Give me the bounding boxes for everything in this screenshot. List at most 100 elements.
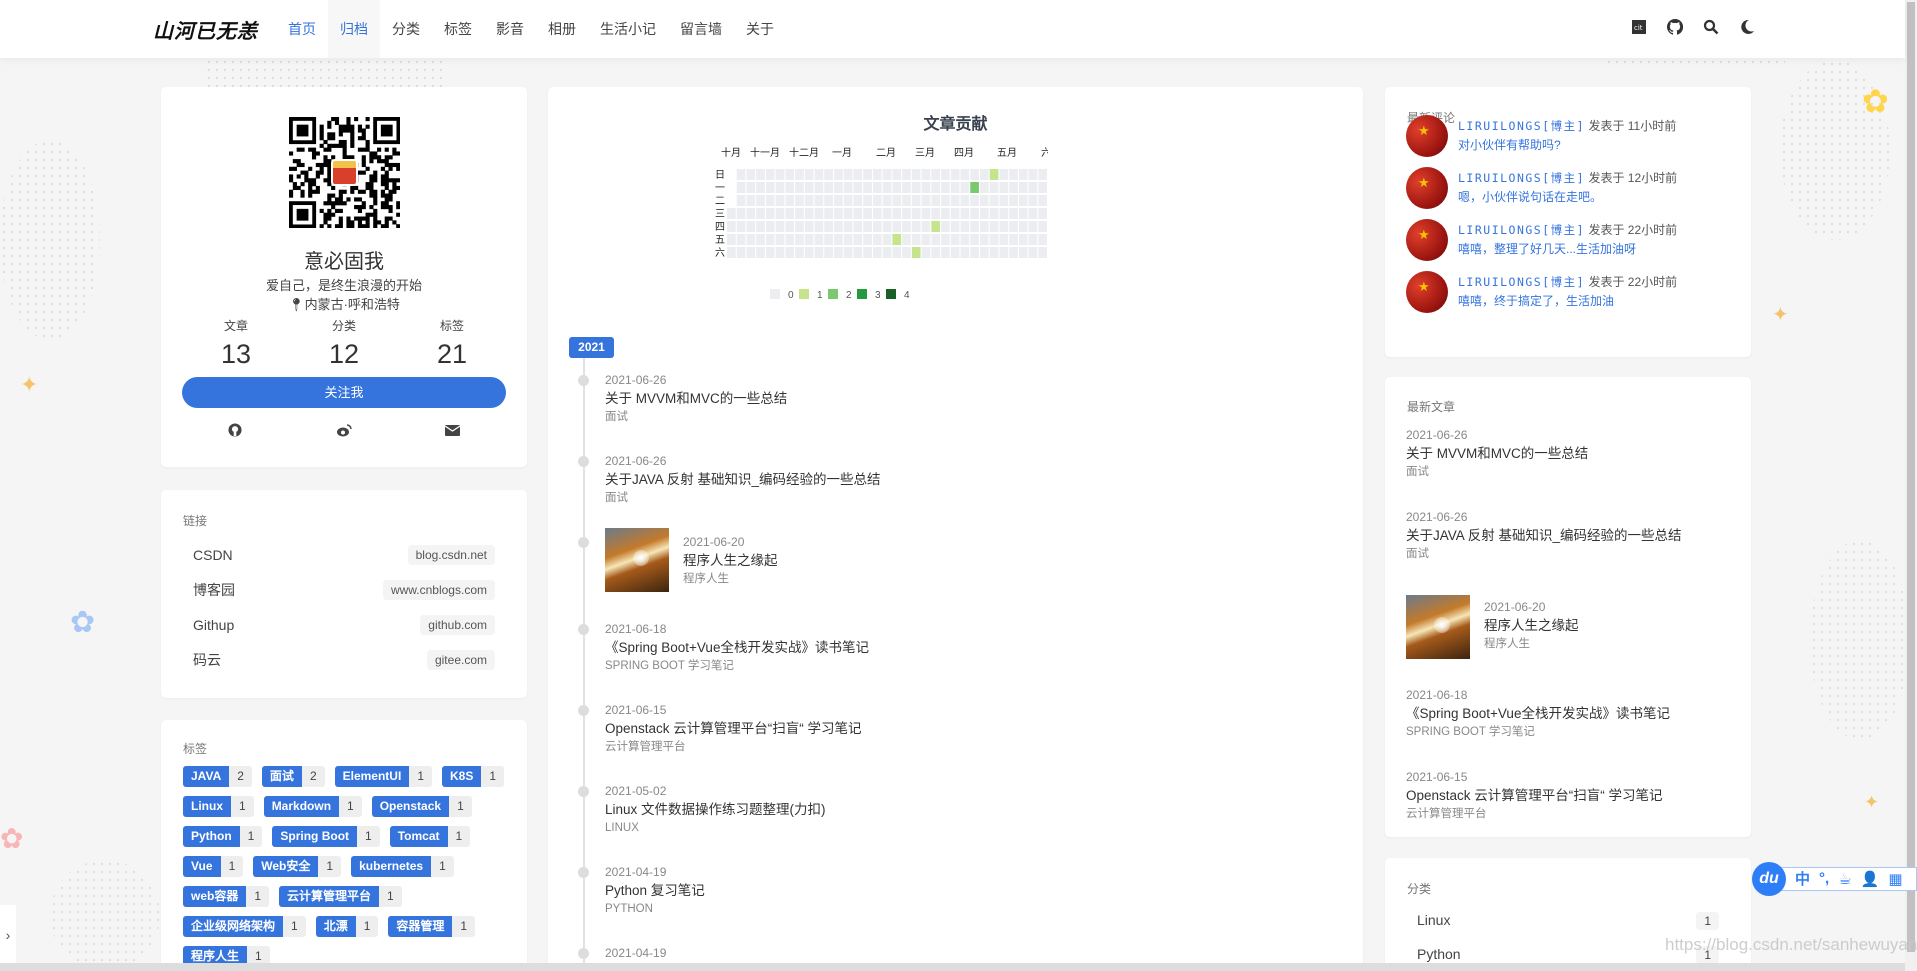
heatmap-cell[interactable] — [892, 234, 901, 245]
heatmap-cell[interactable] — [737, 182, 746, 193]
comment-text[interactable]: 嘻嘻，终于搞定了，生活加油 — [1458, 292, 1614, 309]
heatmap-cell[interactable] — [785, 169, 794, 180]
heatmap-cell[interactable] — [961, 208, 970, 219]
heatmap-cell[interactable] — [756, 247, 765, 258]
tag-item[interactable]: K8S1 — [442, 766, 504, 787]
heatmap-cell[interactable] — [737, 195, 746, 206]
nav-item[interactable]: 相册 — [536, 0, 588, 58]
article-title[interactable]: 《Spring Boot+Vue全栈开发实战》读书笔记 — [605, 638, 869, 658]
heatmap-cell[interactable] — [746, 208, 755, 219]
heatmap-cell[interactable] — [1038, 234, 1047, 245]
heatmap-cell[interactable] — [1029, 169, 1038, 180]
heatmap-cell[interactable] — [766, 234, 775, 245]
heatmap-cell[interactable] — [805, 234, 814, 245]
comment-user[interactable]: LIRUILONGS[博主] — [1458, 275, 1585, 289]
article-category[interactable]: 云计算管理平台 — [605, 739, 862, 755]
heatmap-cell[interactable] — [961, 221, 970, 232]
heatmap-cell[interactable] — [844, 247, 853, 258]
heatmap-cell[interactable] — [785, 234, 794, 245]
heatmap-cell[interactable] — [1019, 247, 1028, 258]
heatmap-cell[interactable] — [951, 182, 960, 193]
link-url[interactable]: github.com — [420, 615, 495, 635]
heatmap-cell[interactable] — [1029, 208, 1038, 219]
heatmap-cell[interactable] — [853, 247, 862, 258]
heatmap-cell[interactable] — [902, 221, 911, 232]
heatmap-cell[interactable] — [815, 195, 824, 206]
tag-item[interactable]: ElementUI1 — [335, 766, 432, 787]
tag-item[interactable]: 企业级网络架构1 — [183, 916, 306, 937]
ime-user-icon[interactable]: 👤 — [1861, 870, 1880, 888]
heatmap-cell[interactable] — [853, 208, 862, 219]
heatmap-cell[interactable] — [824, 208, 833, 219]
heatmap-cell[interactable] — [756, 182, 765, 193]
heatmap-cell[interactable] — [805, 195, 814, 206]
article-title[interactable]: 关于JAVA 反射 基础知识_编码经验的一些总结 — [605, 470, 881, 490]
article-title[interactable]: Openstack 云计算管理平台“扫盲“ 学习笔记 — [1406, 786, 1663, 806]
heatmap-cell[interactable] — [922, 195, 931, 206]
heatmap-cell[interactable] — [873, 182, 882, 193]
heatmap-cell[interactable] — [776, 182, 785, 193]
heatmap-cell[interactable] — [1029, 182, 1038, 193]
heatmap-cell[interactable] — [776, 208, 785, 219]
article-title[interactable]: 程序人生之缘起 — [1484, 616, 1579, 636]
heatmap-cell[interactable] — [805, 182, 814, 193]
heatmap-cell[interactable] — [727, 208, 736, 219]
heatmap-cell[interactable] — [1029, 221, 1038, 232]
heatmap-cell[interactable] — [931, 169, 940, 180]
heatmap-cell[interactable] — [1029, 195, 1038, 206]
heatmap-cell[interactable] — [931, 234, 940, 245]
article-category[interactable]: PYTHON — [605, 901, 705, 917]
article-thumbnail[interactable] — [605, 528, 669, 592]
heatmap-cell[interactable] — [863, 195, 872, 206]
heatmap-cell[interactable] — [931, 208, 940, 219]
ime-logo[interactable]: du — [1752, 862, 1786, 896]
heatmap-cell[interactable] — [912, 169, 921, 180]
heatmap-cell[interactable] — [834, 195, 843, 206]
follow-button[interactable]: 关注我 — [182, 377, 506, 408]
article-title[interactable]: 关于 MVVM和MVC的一些总结 — [1406, 444, 1588, 464]
heatmap-cell[interactable] — [941, 195, 950, 206]
article-category[interactable]: SPRING BOOT 学习笔记 — [1406, 724, 1670, 740]
heatmap-cell[interactable] — [922, 208, 931, 219]
heatmap-cell[interactable] — [824, 221, 833, 232]
comment-user[interactable]: LIRUILONGS[博主] — [1458, 119, 1585, 133]
recent-article[interactable]: 2021-06-15Openstack 云计算管理平台“扫盲“ 学习笔记云计算管… — [1406, 769, 1663, 822]
heatmap-cell[interactable] — [824, 169, 833, 180]
heatmap-cell[interactable] — [824, 195, 833, 206]
heatmap-cell[interactable] — [746, 234, 755, 245]
heatmap-cell[interactable] — [999, 234, 1008, 245]
tag-item[interactable]: Python1 — [183, 826, 262, 847]
heatmap-cell[interactable] — [892, 221, 901, 232]
heatmap-cell[interactable] — [990, 195, 999, 206]
heatmap-cell[interactable] — [941, 247, 950, 258]
heatmap-cell[interactable] — [902, 182, 911, 193]
sidebar-toggle-chevron-icon[interactable]: › — [0, 905, 16, 965]
heatmap-cell[interactable] — [737, 208, 746, 219]
comment-text[interactable]: 嗯，小伙伴说句话在走吧。 — [1458, 188, 1602, 205]
heatmap-cell[interactable] — [961, 182, 970, 193]
heatmap-cell[interactable] — [931, 247, 940, 258]
heatmap-cell[interactable] — [990, 234, 999, 245]
heatmap-cell[interactable] — [980, 208, 989, 219]
heatmap-cell[interactable] — [1009, 182, 1018, 193]
heatmap-cell[interactable] — [873, 247, 882, 258]
heatmap-cell[interactable] — [785, 208, 794, 219]
avatar[interactable] — [1406, 167, 1448, 209]
article-category[interactable]: 面试 — [605, 409, 787, 425]
heatmap-cell[interactable] — [766, 247, 775, 258]
heatmap-cell[interactable] — [844, 234, 853, 245]
github-icon[interactable] — [1666, 18, 1684, 36]
heatmap-cell[interactable] — [951, 208, 960, 219]
heatmap-cell[interactable] — [746, 221, 755, 232]
heatmap-cell[interactable] — [795, 234, 804, 245]
nav-item[interactable]: 归档 — [328, 0, 380, 58]
heatmap-cell[interactable] — [1009, 169, 1018, 180]
heatmap-cell[interactable] — [853, 182, 862, 193]
heatmap-cell[interactable] — [931, 195, 940, 206]
horizontal-scrollbar[interactable] — [0, 963, 1905, 971]
heatmap-cell[interactable] — [1009, 234, 1018, 245]
heatmap-cell[interactable] — [746, 169, 755, 180]
recent-article[interactable]: 2021-06-26关于JAVA 反射 基础知识_编码经验的一些总结面试 — [1406, 509, 1682, 562]
heatmap-cell[interactable] — [892, 169, 901, 180]
heatmap-cell[interactable] — [834, 169, 843, 180]
